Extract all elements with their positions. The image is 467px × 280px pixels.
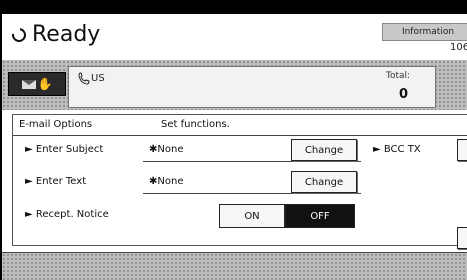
information-label: Information [401,27,455,37]
off-label: OFF [310,210,330,222]
envelope-icon [21,79,36,89]
email-mode-button[interactable]: ✋ [8,72,66,96]
information-button[interactable]: Information [382,23,467,41]
recept-notice-label: ► Recept. Notice [25,209,109,220]
phone-icon [78,72,90,85]
total-label: Total: [386,71,411,81]
recept-notice-off-button[interactable]: OFF [285,204,355,228]
options-title: E-mail Options [19,119,93,130]
divider [143,193,361,194]
enter-text-change-button[interactable]: Change [291,171,357,193]
destination-box[interactable]: US Total: 0 [68,66,436,108]
enter-text-label: ► Enter Text [25,176,87,187]
address-bar: ✋ US Total: 0 [2,60,467,110]
screen-frame: Ready Information 1065 ✋ US Total: 0 E-m… [0,0,467,280]
panel: Ready Information 1065 ✋ US Total: 0 E-m… [2,14,467,280]
change-label: Change [304,144,344,156]
total-value: 0 [399,87,409,102]
destination-prefix: US [91,73,105,84]
email-options-panel: E-mail Options Set functions. ► Enter Su… [12,114,467,249]
options-subtitle: Set functions. [161,119,230,130]
enter-subject-label: ► Enter Subject [25,144,104,155]
hand-icon: ✋ [37,77,53,91]
divider [143,161,361,162]
enter-text-value: ✱None [149,176,184,187]
bcc-tx-label: ► BCC TX [373,144,421,155]
on-label: ON [244,210,260,222]
change-label: Change [304,176,344,188]
ready-icon [9,24,29,45]
partial-button[interactable] [457,227,467,249]
status-indicator: Ready [9,22,101,47]
bottom-strip [2,252,467,280]
bcc-tx-button[interactable] [457,139,467,161]
counter-text: 1065 [450,42,467,53]
enter-subject-change-button[interactable]: Change [291,139,357,161]
enter-subject-value: ✱None [149,144,184,155]
recept-notice-on-button[interactable]: ON [219,204,285,228]
status-text: Ready [32,22,101,47]
options-header: E-mail Options Set functions. [13,115,467,136]
